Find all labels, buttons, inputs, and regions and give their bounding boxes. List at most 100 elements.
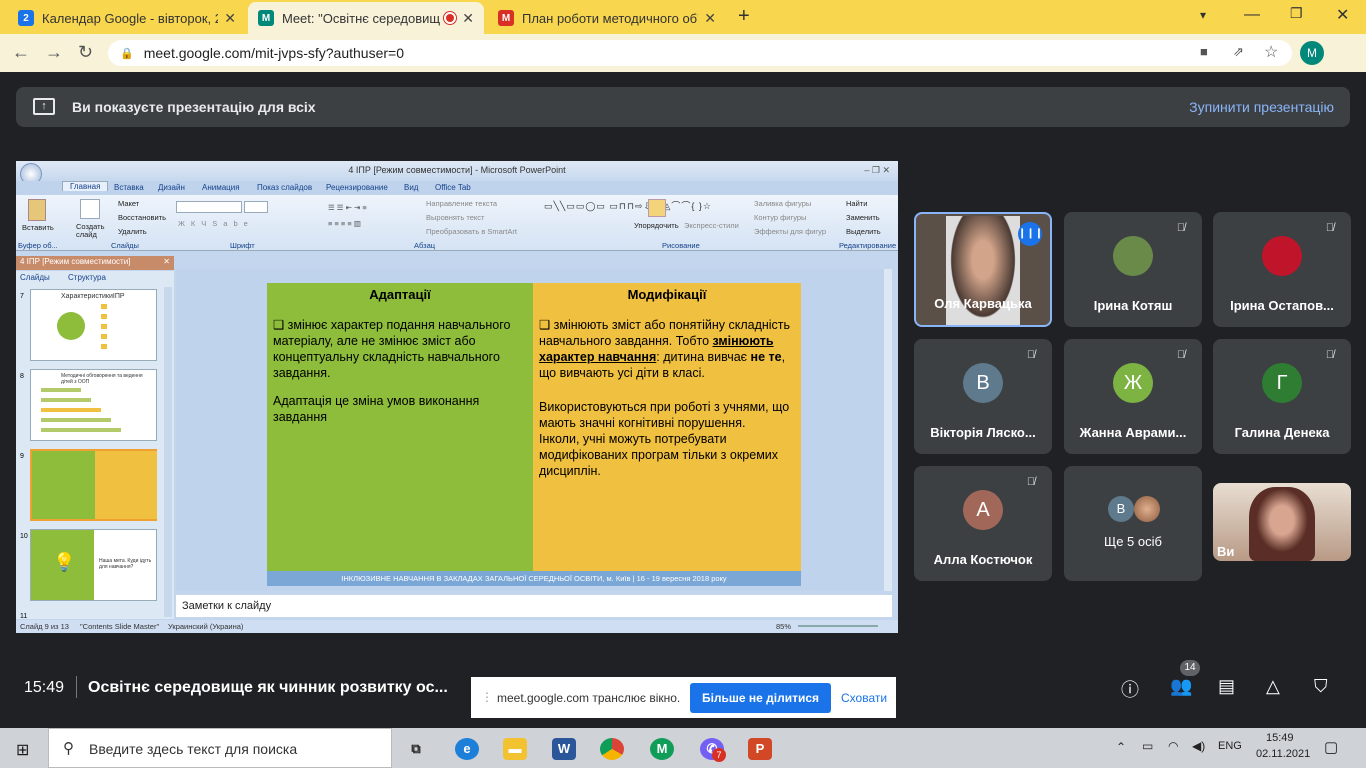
participant-tile[interactable]: Ж 🎙̸ Жанна Аврами...: [1064, 339, 1202, 454]
tab-search-icon[interactable]: ▾: [1200, 8, 1206, 22]
ribbon-tab-review[interactable]: Рецензирование: [326, 183, 388, 192]
camera-icon[interactable]: ■: [1200, 44, 1208, 59]
minimize-icon[interactable]: —: [1244, 6, 1260, 24]
ribbon-tab-design[interactable]: Дизайн: [158, 183, 185, 192]
font-format-buttons[interactable]: ЖКЧSabe: [178, 219, 254, 228]
slide-scrollbar[interactable]: [884, 269, 892, 591]
profile-avatar[interactable]: M: [1300, 41, 1324, 65]
delete-button[interactable]: Удалить: [118, 227, 147, 236]
task-view-icon[interactable]: ⧉: [404, 738, 428, 760]
volume-icon[interactable]: ◀): [1192, 739, 1205, 753]
open-external-icon[interactable]: ⇗: [1233, 44, 1244, 60]
taskbar-search-input[interactable]: ⚲ Введите здесь текст для поиска: [48, 728, 392, 768]
drag-handle-icon[interactable]: ⋮: [481, 690, 493, 704]
new-slide-button[interactable]: Создать слайд: [76, 223, 106, 239]
ribbon-tab-animation[interactable]: Анимация: [202, 183, 240, 192]
participant-tile[interactable]: 🎙̸ Ірина Остапов...: [1213, 212, 1351, 327]
panel-scrollbar[interactable]: [164, 287, 172, 617]
tab-meet[interactable]: M Meet: "Освітнє середовище ✕: [248, 2, 484, 34]
battery-icon[interactable]: ▭: [1142, 739, 1153, 753]
info-icon[interactable]: ⓘ: [1121, 676, 1139, 702]
font-size-input[interactable]: [244, 201, 268, 213]
edge-icon[interactable]: e: [455, 738, 479, 760]
slide-thumbnail-9[interactable]: [30, 449, 157, 521]
wifi-icon[interactable]: ◠: [1168, 739, 1178, 753]
new-tab-button[interactable]: +: [738, 5, 750, 28]
word-icon[interactable]: W: [552, 738, 576, 760]
tray-chevron-icon[interactable]: ⌃: [1116, 740, 1126, 754]
reload-icon[interactable]: ↻: [78, 42, 93, 63]
participant-tile-speaking[interactable]: ❙❙❙ Оля Карвацька: [914, 212, 1052, 327]
participant-avatar: Г: [1262, 363, 1302, 403]
smartart-button[interactable]: Преобразовать в SmartArt: [426, 227, 517, 236]
restore-icon[interactable]: ❐: [1290, 5, 1303, 22]
ppt-ribbon: Вставить Создать слайд Макет Восстановит…: [16, 195, 898, 251]
language-indicator[interactable]: ENG: [1218, 740, 1242, 752]
host-controls-icon[interactable]: ⛉: [1314, 676, 1328, 697]
participant-tile[interactable]: Г 🎙̸ Галина Денека: [1213, 339, 1351, 454]
ribbon-tab-officetab[interactable]: Office Tab: [435, 183, 471, 192]
new-slide-icon[interactable]: [80, 199, 100, 219]
tab-calendar[interactable]: 2 Календар Google - вівторок, 2 л ✕: [8, 2, 246, 34]
panel-tab-outline[interactable]: Структура: [68, 273, 106, 282]
window-close-icon[interactable]: ✕: [1336, 5, 1349, 25]
replace-button[interactable]: Заменить: [846, 213, 880, 222]
close-icon[interactable]: ✕: [462, 10, 474, 27]
reset-button[interactable]: Восстановить: [118, 213, 166, 222]
powerpoint-icon[interactable]: P: [748, 738, 772, 760]
shape-outline-button[interactable]: Контур фигуры: [754, 213, 806, 222]
select-button[interactable]: Выделить: [846, 227, 881, 236]
participant-tile[interactable]: А 🎙̸ Алла Костючок: [914, 466, 1052, 581]
slide-thumbnail-7[interactable]: ХарактеристикиІПР: [30, 289, 157, 361]
ribbon-tab-view[interactable]: Вид: [404, 183, 418, 192]
text-direction-button[interactable]: Направление текста: [426, 199, 497, 208]
url-input[interactable]: 🔒 meet.google.com/mit-jvps-sfy?authuser=…: [108, 40, 1292, 66]
find-button[interactable]: Найти: [846, 199, 867, 208]
ppt-window-controls[interactable]: – ❐ ✕: [864, 161, 890, 179]
zoom-slider[interactable]: [798, 625, 878, 627]
ribbon-tab-slideshow[interactable]: Показ слайдов: [257, 183, 312, 192]
more-participants-tile[interactable]: В Ще 5 осіб: [1064, 466, 1202, 581]
arrange-icon[interactable]: [648, 199, 666, 217]
windows-start-icon[interactable]: ⊞: [16, 740, 29, 760]
file-explorer-icon[interactable]: ▬: [503, 738, 527, 760]
doc-tab-close-icon[interactable]: ✕: [163, 257, 170, 266]
paste-icon[interactable]: [28, 199, 46, 221]
layout-button[interactable]: Макет: [118, 199, 139, 208]
stop-sharing-button[interactable]: Більше не ділитися: [690, 683, 831, 713]
participant-tile[interactable]: 🎙̸ Ірина Котяш: [1064, 212, 1202, 327]
people-icon[interactable]: 👥: [1170, 676, 1192, 697]
align-text-button[interactable]: Выровнять текст: [426, 213, 484, 222]
bookmark-star-icon[interactable]: ☆: [1264, 42, 1278, 62]
notifications-icon[interactable]: ▢: [1324, 738, 1338, 756]
panel-tab-slides[interactable]: Слайды: [20, 273, 50, 282]
align-buttons[interactable]: ≡ ≡ ≡ ≡ ▥: [328, 219, 361, 228]
back-icon[interactable]: ←: [12, 42, 30, 63]
quick-styles-button[interactable]: Экспресс-стили: [684, 221, 739, 230]
tab-gmail[interactable]: M План роботи методичного об'є ✕: [488, 2, 726, 34]
forward-icon[interactable]: →: [45, 42, 63, 63]
paste-button[interactable]: Вставить: [22, 223, 54, 232]
stop-presenting-button[interactable]: Зупинити презентацію: [1189, 99, 1334, 115]
ribbon-tab-insert[interactable]: Вставка: [114, 183, 144, 192]
close-icon[interactable]: ✕: [704, 10, 716, 27]
font-name-input[interactable]: [176, 201, 242, 213]
participant-tile[interactable]: В 🎙̸ Вікторія Ляско...: [914, 339, 1052, 454]
self-view-tile[interactable]: Ви: [1213, 483, 1351, 561]
close-icon[interactable]: ✕: [224, 10, 236, 27]
notes-pane[interactable]: Заметки к слайду: [176, 595, 892, 617]
arrange-button[interactable]: Упорядочить: [634, 221, 679, 230]
shapes-gallery[interactable]: ▭╲╲▭▭◯▭ ▭⊓⊓⇨⇩◇ ◬⌒⌒{ }☆: [544, 199, 712, 212]
chrome-profile-icon[interactable]: M: [650, 738, 674, 760]
list-buttons[interactable]: ☰ ☰ ⇤ ⇥ ≡: [328, 203, 367, 212]
ribbon-tab-home[interactable]: Главная: [62, 181, 109, 191]
activities-icon[interactable]: △: [1266, 676, 1280, 697]
slide-thumbnail-10[interactable]: Наша мета. Куди ідуть для навчання? 💡: [30, 529, 157, 601]
shape-effects-button[interactable]: Эффекты для фигур: [754, 227, 826, 236]
hide-button[interactable]: Сховати: [841, 691, 887, 705]
chrome-icon[interactable]: [600, 738, 624, 760]
document-tab[interactable]: 4 ІПР [Режим совместимости] ✕: [16, 256, 174, 270]
slide-thumbnail-8[interactable]: Методичні обговорення та ведення дітей з…: [30, 369, 157, 441]
chat-icon[interactable]: ▤: [1218, 676, 1235, 697]
shape-fill-button[interactable]: Заливка фигуры: [754, 199, 811, 208]
